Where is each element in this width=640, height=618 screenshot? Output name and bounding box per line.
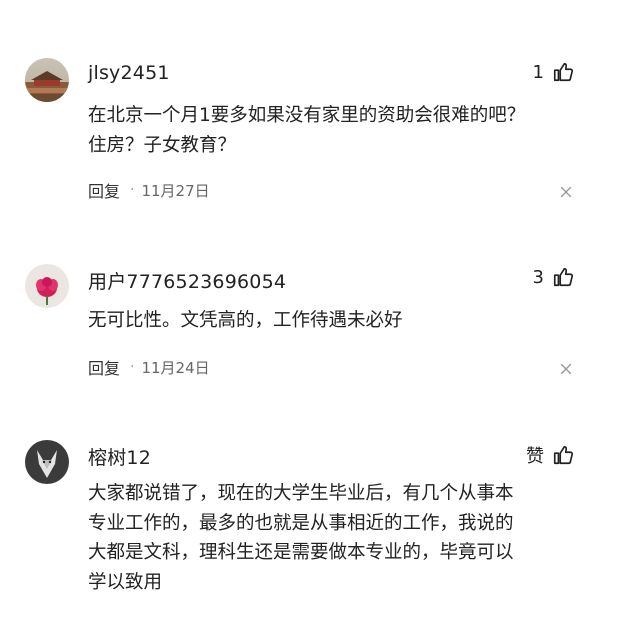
comment-line: 大都是文科，理科生还是需要做本专业的，毕竟可以 <box>88 542 514 563</box>
thumbs-up-icon <box>553 62 574 82</box>
avatar[interactable] <box>25 440 69 484</box>
comment-date: 11月27日 <box>141 181 210 200</box>
comment-line: 住房？子女教育？ <box>88 134 237 156</box>
like-button[interactable]: 赞 <box>526 442 574 468</box>
like-label: 赞 <box>526 446 544 467</box>
comment-meta: 回复 · 11月27日 <box>88 178 210 202</box>
dismiss-button[interactable] <box>560 363 572 375</box>
comment-date: 11月24日 <box>141 358 210 377</box>
reply-button[interactable]: 回复 <box>88 355 120 379</box>
close-icon <box>560 186 572 198</box>
like-count: 3 <box>532 266 544 288</box>
avatar[interactable] <box>25 264 69 308</box>
comment-line: 学以致用 <box>88 571 163 593</box>
wolf-photo-icon <box>25 440 69 484</box>
comment-line: 在北京一个月1要多如果没有家里的资助会很难的吧？ <box>88 105 526 126</box>
avatar[interactable] <box>25 58 69 102</box>
palace-photo-icon <box>25 58 69 102</box>
comment-line: 大家都说错了，现在的大学生毕业后，有几个从事本 <box>88 483 514 504</box>
meta-separator: · <box>130 182 135 198</box>
pink-flower-icon <box>25 264 69 308</box>
comment-text: 在北京一个月1要多如果没有家里的资助会很难的吧？ 住房？子女教育？ <box>88 101 608 160</box>
comment-text: 大家都说错了，现在的大学生毕业后，有几个从事本 专业工作的，最多的也就是从事相近… <box>88 479 608 597</box>
thumbs-up-icon <box>553 267 574 287</box>
like-button[interactable]: 3 <box>533 266 574 288</box>
like-button[interactable]: 1 <box>533 61 574 83</box>
username[interactable]: 榕树12 <box>88 443 151 470</box>
username[interactable]: jlsy2451 <box>88 62 170 84</box>
close-icon <box>560 363 572 375</box>
dismiss-button[interactable] <box>560 186 572 198</box>
thumbs-up-icon <box>553 445 574 465</box>
meta-separator: · <box>130 359 135 375</box>
comment-line: 无可比性。文凭高的，工作待遇未必好 <box>88 310 403 331</box>
comment-meta: 回复 · 11月24日 <box>88 355 210 379</box>
comment-line: 专业工作的，最多的也就是从事相近的工作，我说的 <box>88 512 514 534</box>
reply-button[interactable]: 回复 <box>88 178 120 202</box>
username[interactable]: 用户7776523696054 <box>88 267 286 294</box>
comment-text: 无可比性。文凭高的，工作待遇未必好 <box>88 306 608 336</box>
like-count: 1 <box>532 61 544 83</box>
